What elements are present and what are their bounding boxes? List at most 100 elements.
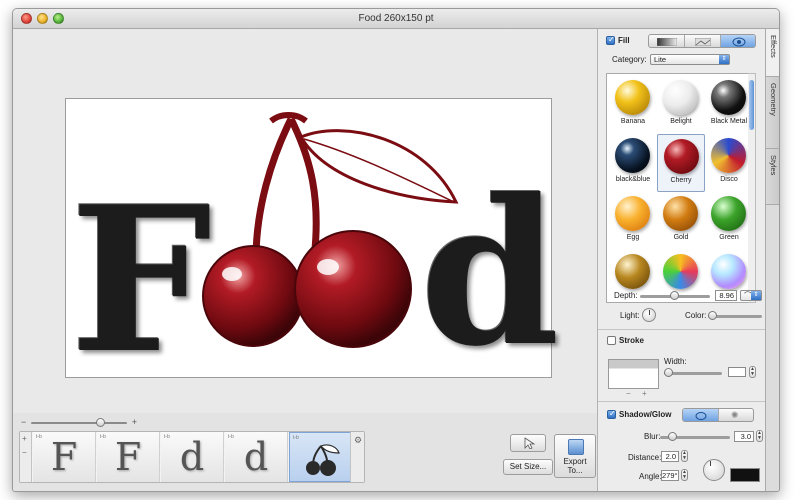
style-swatch[interactable]: Disco xyxy=(705,134,753,192)
style-ball xyxy=(615,138,650,173)
blur-stepper[interactable]: ▲ ▼ xyxy=(756,430,763,442)
stroke-width-field[interactable] xyxy=(728,367,746,377)
shadow-mode-segmented[interactable]: ✺ xyxy=(682,408,754,422)
stroke-add-button[interactable]: + xyxy=(642,389,647,398)
distance-label: Distance: xyxy=(628,453,662,462)
gallery-scroll-thumb[interactable] xyxy=(749,80,754,130)
style-swatch[interactable]: Black Metal xyxy=(705,76,753,134)
tab-geometry[interactable]: Geometry xyxy=(766,77,779,149)
light-direction-dial[interactable] xyxy=(642,308,656,322)
style-name: Belight xyxy=(670,118,692,125)
zoom-track[interactable] xyxy=(31,422,127,424)
artboard[interactable]: F d xyxy=(65,98,560,381)
angle-label: Angle: xyxy=(639,472,662,481)
style-name: Egg xyxy=(626,234,640,241)
fill-mode-image-segment[interactable] xyxy=(685,35,721,47)
style-sphere-icon xyxy=(732,37,746,47)
zoom-slider[interactable]: − + xyxy=(21,417,137,429)
style-swatch[interactable]: Banana xyxy=(609,76,657,134)
depth-label: Depth: xyxy=(614,291,638,300)
strip-settings[interactable]: ⚙ xyxy=(350,432,364,482)
gallery-scrollbar[interactable] xyxy=(748,73,756,303)
shadow-color-swatch[interactable] xyxy=(730,468,760,482)
set-size-button[interactable]: Set Size... xyxy=(503,459,553,475)
title-bar: Food 260x150 pt xyxy=(13,9,779,29)
style-swatch[interactable]: Green xyxy=(705,192,753,250)
stroke-width-label: Width: xyxy=(664,357,687,366)
angle-stepper[interactable]: ▲ ▼ xyxy=(681,469,688,481)
stroke-remove-button[interactable]: − xyxy=(626,389,631,398)
blur-slider-knob[interactable] xyxy=(668,432,677,441)
style-thumb[interactable]: t-b F xyxy=(97,432,160,482)
strip-add-button[interactable]: + xyxy=(22,434,27,443)
tab-effects[interactable]: Effects xyxy=(766,29,779,77)
style-thumb[interactable]: t-b d xyxy=(161,432,224,482)
style-thumb[interactable]: t-b F xyxy=(33,432,96,482)
strip-remove-button[interactable]: − xyxy=(22,448,27,457)
thumb-glyph: d xyxy=(243,435,269,479)
window-title: Food 260x150 pt xyxy=(358,13,434,24)
fill-mode-segmented[interactable] xyxy=(648,34,756,48)
style-ball xyxy=(615,254,650,289)
stroke-width-knob[interactable] xyxy=(664,368,673,377)
angle-dial[interactable] xyxy=(703,459,725,481)
select-arrows-icon: ⇕ xyxy=(719,55,729,64)
depth-value-field[interactable]: 8.96 xyxy=(715,290,737,301)
depth-slider-knob[interactable] xyxy=(670,291,679,300)
thumb-label: t-b xyxy=(293,435,299,441)
tab-styles[interactable]: Styles xyxy=(766,149,779,205)
pointer-icon xyxy=(524,437,535,449)
glow-icon: ✺ xyxy=(731,410,739,420)
style-name: Black Metal xyxy=(710,118,748,125)
thumb-glyph: F xyxy=(50,435,78,479)
tab-geometry-label: Geometry xyxy=(769,83,778,116)
thumb-glyph: d xyxy=(179,435,205,479)
style-gallery[interactable]: Banana Belight Black Metal black&blue Ch… xyxy=(606,73,754,303)
blur-value-field[interactable]: 3.0 xyxy=(734,431,754,442)
fill-mode-style-segment[interactable] xyxy=(721,35,755,47)
stroke-checkbox[interactable] xyxy=(607,336,616,345)
glow-mode-segment[interactable]: ✺ xyxy=(719,409,753,421)
fill-mode-gradient-segment[interactable] xyxy=(649,35,685,47)
fill-checkbox[interactable] xyxy=(606,35,615,45)
stroke-color-swatch[interactable] xyxy=(608,359,659,389)
gear-icon[interactable]: ⚙ xyxy=(354,435,362,446)
bottom-bar: − + + − t-b F t-b F t-b d t-b d t-b ⚙ xyxy=(13,413,597,491)
category-select[interactable]: Lite ⇕ xyxy=(650,54,730,65)
style-swatch[interactable]: Egg xyxy=(609,192,657,250)
strip-controls: + − xyxy=(20,432,32,482)
category-label: Category: xyxy=(612,55,647,64)
app-window: Food 260x150 pt F d − + + − t-b F t-b F … xyxy=(12,8,780,492)
cherry-thumb-icon xyxy=(306,444,340,476)
style-swatch-selected[interactable]: Cherry xyxy=(657,134,705,192)
select-tool-button[interactable] xyxy=(510,434,546,452)
distance-value-field[interactable]: 2.0 xyxy=(661,451,679,462)
export-button[interactable]: Export To... xyxy=(554,434,596,478)
angle-value-field[interactable]: 279° xyxy=(661,470,679,481)
zoom-out-icon[interactable]: − xyxy=(21,417,26,427)
inspector-sidebar: Fill Category: xyxy=(597,29,766,491)
shadow-checkbox[interactable] xyxy=(607,409,616,419)
zoom-knob[interactable] xyxy=(96,418,105,427)
style-name: Green xyxy=(719,234,739,241)
style-ball xyxy=(663,80,698,115)
tab-effects-label: Effects xyxy=(769,35,778,58)
shadow-mode-segment[interactable] xyxy=(683,409,719,421)
style-swatch[interactable]: Gold xyxy=(657,192,705,250)
distance-stepper[interactable]: ▲ ▼ xyxy=(681,450,688,462)
stroke-width-stepper[interactable]: ▲ ▼ xyxy=(749,366,756,378)
color-label: Color: xyxy=(685,311,707,320)
style-name: Cherry xyxy=(670,177,692,184)
shadow-icon xyxy=(695,412,707,420)
style-swatch[interactable]: Belight xyxy=(657,76,705,134)
artwork-letter-d[interactable]: d xyxy=(420,174,560,374)
section-divider xyxy=(598,401,766,402)
color-slider-knob[interactable] xyxy=(708,311,717,320)
style-swatch[interactable]: black&blue xyxy=(609,134,657,192)
style-thumb-selected[interactable]: t-b xyxy=(289,432,352,482)
style-ball xyxy=(664,139,699,174)
depth-profile-select[interactable]: ⌒ ⇕ xyxy=(740,290,762,301)
image-icon xyxy=(695,38,711,46)
zoom-in-icon[interactable]: + xyxy=(132,417,137,427)
style-thumb[interactable]: t-b d xyxy=(225,432,288,482)
